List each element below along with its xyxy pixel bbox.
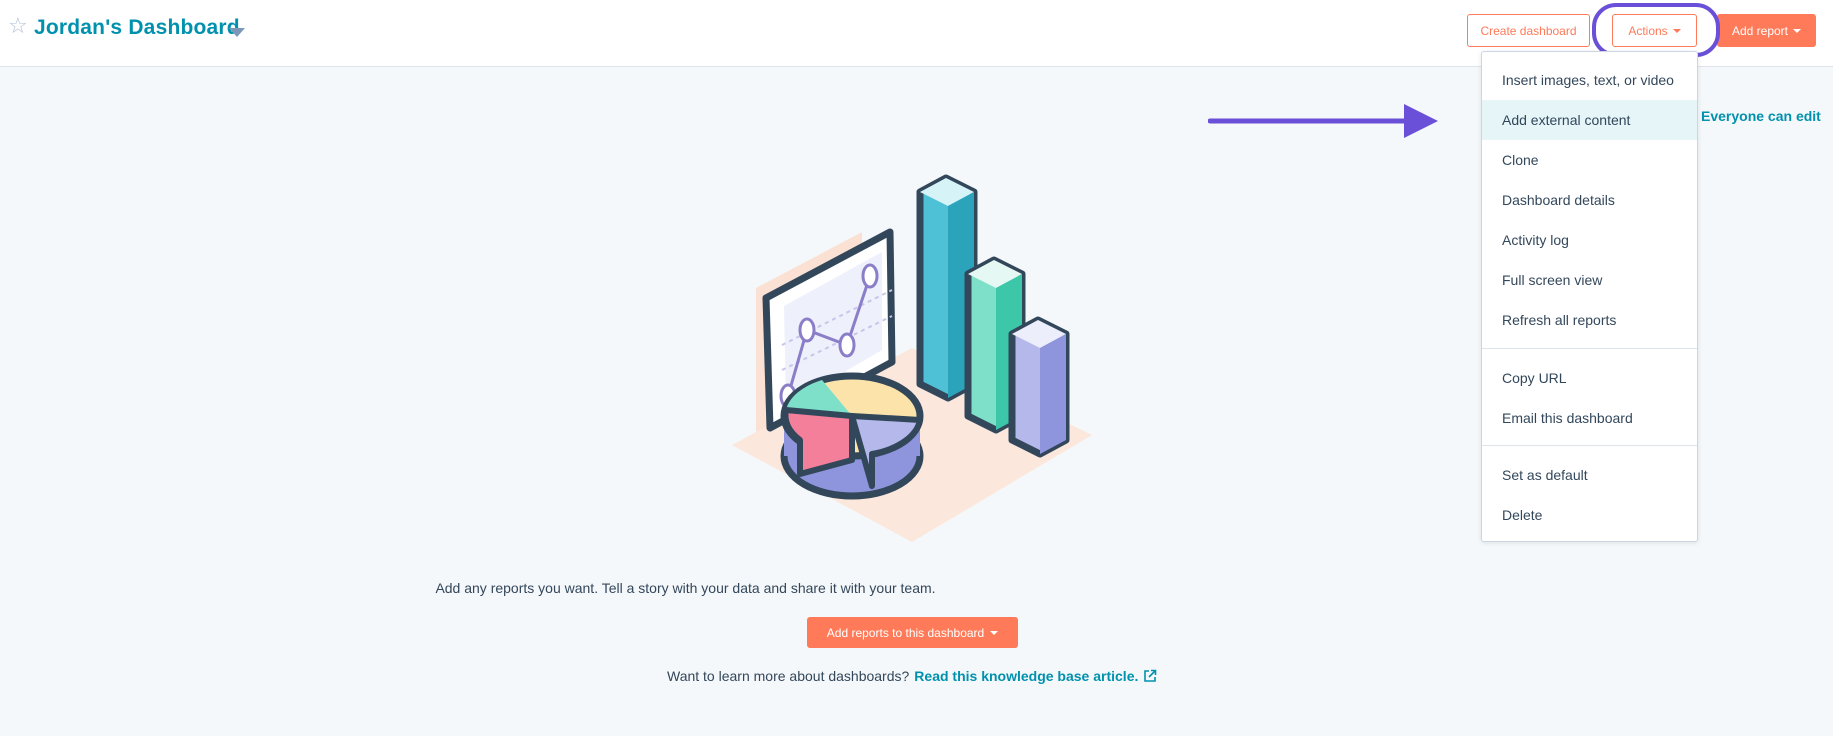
caret-down-icon	[990, 630, 999, 635]
menu-divider	[1482, 445, 1697, 446]
knowledge-base-link[interactable]: Read this knowledge base article.	[914, 668, 1138, 684]
add-reports-label: Add reports to this dashboard	[826, 625, 985, 640]
menu-item-email-dashboard[interactable]: Email this dashboard	[1482, 398, 1697, 438]
menu-item-copy-url[interactable]: Copy URL	[1482, 358, 1697, 398]
dashboard-title[interactable]: Jordan's Dashboard	[34, 16, 240, 40]
annotation-highlight-ring	[1592, 3, 1720, 57]
menu-item-refresh-reports[interactable]: Refresh all reports	[1482, 300, 1697, 340]
sharing-link[interactable]: Everyone can edit	[1701, 108, 1821, 124]
menu-item-label: Dashboard details	[1502, 192, 1615, 208]
learn-more-text: Want to learn more about dashboards?	[667, 668, 910, 684]
add-report-button[interactable]: Add report	[1717, 14, 1816, 47]
menu-item-label: Activity log	[1502, 232, 1569, 248]
menu-item-add-external-content[interactable]: Add external content	[1482, 100, 1697, 140]
create-dashboard-button[interactable]: Create dashboard	[1467, 14, 1590, 47]
menu-item-activity-log[interactable]: Activity log	[1482, 220, 1697, 260]
tagline-text: Add any reports you want. Tell a story w…	[435, 580, 936, 596]
menu-item-set-default[interactable]: Set as default	[1482, 455, 1697, 495]
learn-more-line: Want to learn more about dashboards? Rea…	[667, 668, 1157, 684]
menu-item-label: Insert images, text, or video	[1502, 72, 1674, 88]
chevron-down-icon[interactable]	[229, 28, 245, 37]
caret-down-icon	[1793, 28, 1802, 33]
menu-item-label: Delete	[1502, 507, 1543, 523]
menu-item-insert-media[interactable]: Insert images, text, or video	[1482, 60, 1697, 100]
star-icon[interactable]: ☆	[8, 16, 28, 38]
menu-item-label: Refresh all reports	[1502, 312, 1617, 328]
menu-item-label: Copy URL	[1502, 370, 1567, 386]
menu-item-label: Clone	[1502, 152, 1539, 168]
add-reports-to-dashboard-button[interactable]: Add reports to this dashboard	[807, 617, 1018, 648]
menu-item-dashboard-details[interactable]: Dashboard details	[1482, 180, 1697, 220]
menu-item-clone[interactable]: Clone	[1482, 140, 1697, 180]
actions-dropdown-menu: Insert images, text, or video Add extern…	[1481, 51, 1698, 542]
create-dashboard-label: Create dashboard	[1480, 23, 1577, 38]
arrow-right-icon	[1208, 104, 1438, 138]
menu-item-full-screen[interactable]: Full screen view	[1482, 260, 1697, 300]
menu-item-label: Email this dashboard	[1502, 410, 1633, 426]
dashboard-illustration	[732, 174, 1092, 542]
menu-item-delete[interactable]: Delete	[1482, 495, 1697, 535]
menu-item-label: Full screen view	[1502, 272, 1603, 288]
menu-divider	[1482, 348, 1697, 349]
menu-item-label: Add external content	[1502, 112, 1631, 128]
empty-state-tagline: Add any reports you want. Tell a story w…	[0, 580, 1833, 596]
external-link-icon[interactable]	[1143, 669, 1157, 683]
menu-item-label: Set as default	[1502, 467, 1588, 483]
add-report-label: Add report	[1731, 23, 1789, 38]
